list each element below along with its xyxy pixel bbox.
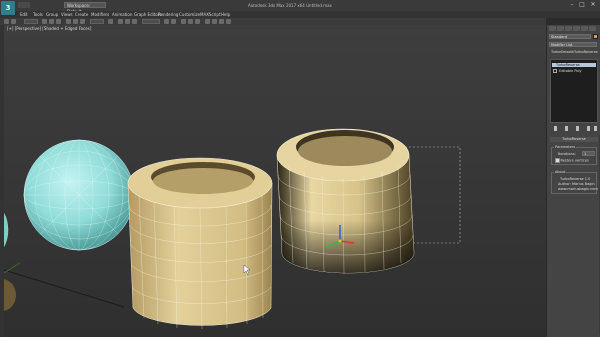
redo-icon[interactable] bbox=[11, 19, 16, 24]
window-title: Autodesk 3ds Max 2017 x64 Untitled.max bbox=[248, 3, 332, 8]
restore-vertices-label: Restore vertices bbox=[560, 158, 589, 163]
schematic-view-icon[interactable] bbox=[195, 19, 200, 24]
select-object-icon[interactable] bbox=[42, 19, 47, 24]
make-unique-icon[interactable] bbox=[576, 126, 579, 131]
angle-snap-icon[interactable] bbox=[125, 19, 130, 24]
grid-line bbox=[4, 262, 21, 274]
rectangle-selection-icon[interactable] bbox=[56, 19, 61, 24]
modify-tab-icon[interactable] bbox=[557, 26, 564, 31]
curve-editor-icon[interactable] bbox=[188, 19, 193, 24]
parameters-group: Parameters Iterations: 1 Restore vertice… bbox=[551, 145, 597, 165]
menu-item-rendering[interactable]: Rendering bbox=[158, 12, 178, 17]
close-button[interactable]: ✕ bbox=[589, 1, 597, 8]
command-panel-tabs bbox=[549, 26, 599, 31]
command-panel: Standard Modifier List TurboSmooth Turbo… bbox=[546, 25, 600, 337]
stack-item-turboreverse[interactable]: TurboReverse bbox=[552, 63, 596, 67]
about-group: About TurboReverse 1.0 Author: Marius Ba… bbox=[551, 170, 598, 194]
menu-item-edit[interactable]: Edit bbox=[20, 12, 28, 17]
quick-access-toolbar[interactable] bbox=[18, 2, 30, 8]
utilities-tab-icon[interactable] bbox=[589, 26, 596, 31]
partial-object-left[interactable] bbox=[4, 279, 16, 311]
layer-explorer-icon[interactable] bbox=[181, 19, 186, 24]
grid-line bbox=[4, 269, 125, 308]
about-line: TurboReverse 1.0 bbox=[560, 177, 591, 181]
stack-item-label: Editable Poly bbox=[559, 69, 582, 73]
menu-item-group[interactable]: Group bbox=[46, 12, 58, 17]
perspective-viewport[interactable]: [+] [Perspective] [Shaded + Edged Faces] bbox=[4, 25, 546, 337]
about-line: www.mariusbagin.com bbox=[558, 187, 598, 191]
scale-icon[interactable] bbox=[80, 19, 85, 24]
object-color-swatch[interactable] bbox=[593, 34, 598, 39]
plugin-button-turboreverse[interactable]: TurboReverse bbox=[574, 50, 598, 54]
object-name-field[interactable]: Standard bbox=[549, 34, 591, 39]
restore-vertices-checkbox[interactable]: Restore vertices bbox=[555, 158, 589, 163]
checkbox-icon bbox=[555, 158, 560, 163]
stack-tools-row bbox=[550, 125, 598, 132]
iterations-label: Iterations: bbox=[558, 152, 576, 156]
about-group-label: About bbox=[554, 170, 567, 174]
about-line: Author: Marius Bagin bbox=[558, 182, 595, 186]
tube-object-left[interactable] bbox=[127, 157, 273, 330]
render-frame-icon[interactable] bbox=[219, 19, 224, 24]
select-by-name-icon[interactable] bbox=[49, 19, 54, 24]
rollout-title-turboreverse[interactable]: TurboReverse bbox=[550, 137, 598, 142]
tube-object-right[interactable] bbox=[276, 128, 415, 275]
move-icon[interactable] bbox=[66, 19, 71, 24]
menu-item-customize[interactable]: Customize bbox=[179, 12, 200, 17]
menu-item-tools[interactable]: Tools bbox=[33, 12, 43, 17]
partial-sphere-left[interactable] bbox=[4, 206, 9, 254]
menu-bar: Edit Tools Group Views Create Modifiers … bbox=[0, 11, 600, 18]
percent-snap-icon[interactable] bbox=[132, 19, 137, 24]
material-editor-icon[interactable] bbox=[205, 19, 210, 24]
stack-item-editable-poly[interactable]: Editable Poly bbox=[553, 69, 582, 73]
menu-item-create[interactable]: Create bbox=[75, 12, 88, 17]
scene-view bbox=[4, 128, 461, 330]
render-setup-icon[interactable] bbox=[212, 19, 217, 24]
modifier-stack[interactable]: TurboReverse Editable Poly bbox=[550, 59, 598, 123]
align-icon[interactable] bbox=[171, 19, 176, 24]
visibility-eye-icon[interactable] bbox=[553, 69, 557, 73]
remove-modifier-icon[interactable] bbox=[587, 126, 590, 131]
workspace-selector[interactable]: Workspace: Default bbox=[64, 2, 106, 14]
pivot-icon[interactable] bbox=[108, 19, 113, 24]
app-logo-icon[interactable]: 3 bbox=[1, 1, 15, 15]
modifier-list-dropdown[interactable]: Modifier List bbox=[549, 42, 597, 47]
menu-item-help[interactable]: Help bbox=[221, 12, 230, 17]
menu-item-animation[interactable]: Animation bbox=[112, 12, 132, 17]
display-tab-icon[interactable] bbox=[581, 26, 588, 31]
configure-sets-icon[interactable] bbox=[594, 126, 597, 131]
stack-item-label: TurboReverse bbox=[556, 63, 580, 67]
minimize-button[interactable]: – bbox=[568, 1, 576, 8]
pin-stack-icon[interactable] bbox=[554, 126, 557, 131]
undo-icon[interactable] bbox=[4, 19, 9, 24]
show-end-result-icon[interactable] bbox=[565, 126, 568, 131]
menu-item-maxscript[interactable]: MAXScript bbox=[200, 12, 221, 17]
hierarchy-tab-icon[interactable] bbox=[565, 26, 572, 31]
menu-item-modifiers[interactable]: Modifiers bbox=[91, 12, 109, 17]
render-icon[interactable] bbox=[226, 19, 231, 24]
menu-item-views[interactable]: Views bbox=[61, 12, 73, 17]
selection-filter-dropdown[interactable] bbox=[24, 19, 38, 24]
motion-tab-icon[interactable] bbox=[573, 26, 580, 31]
plugin-button-turbosmooth[interactable]: TurboSmooth bbox=[551, 50, 574, 54]
parameters-group-label: Parameters bbox=[554, 145, 577, 149]
named-selection-dropdown[interactable] bbox=[142, 19, 160, 24]
maximize-button[interactable]: □ bbox=[578, 1, 586, 8]
create-tab-icon[interactable] bbox=[549, 26, 556, 31]
rotate-icon[interactable] bbox=[73, 19, 78, 24]
iterations-spinner[interactable]: 1 bbox=[582, 151, 595, 156]
mirror-icon[interactable] bbox=[164, 19, 169, 24]
snaps-toggle-icon[interactable] bbox=[118, 19, 123, 24]
reference-coordinate-dropdown[interactable] bbox=[90, 19, 104, 24]
geosphere-object[interactable] bbox=[23, 139, 135, 251]
